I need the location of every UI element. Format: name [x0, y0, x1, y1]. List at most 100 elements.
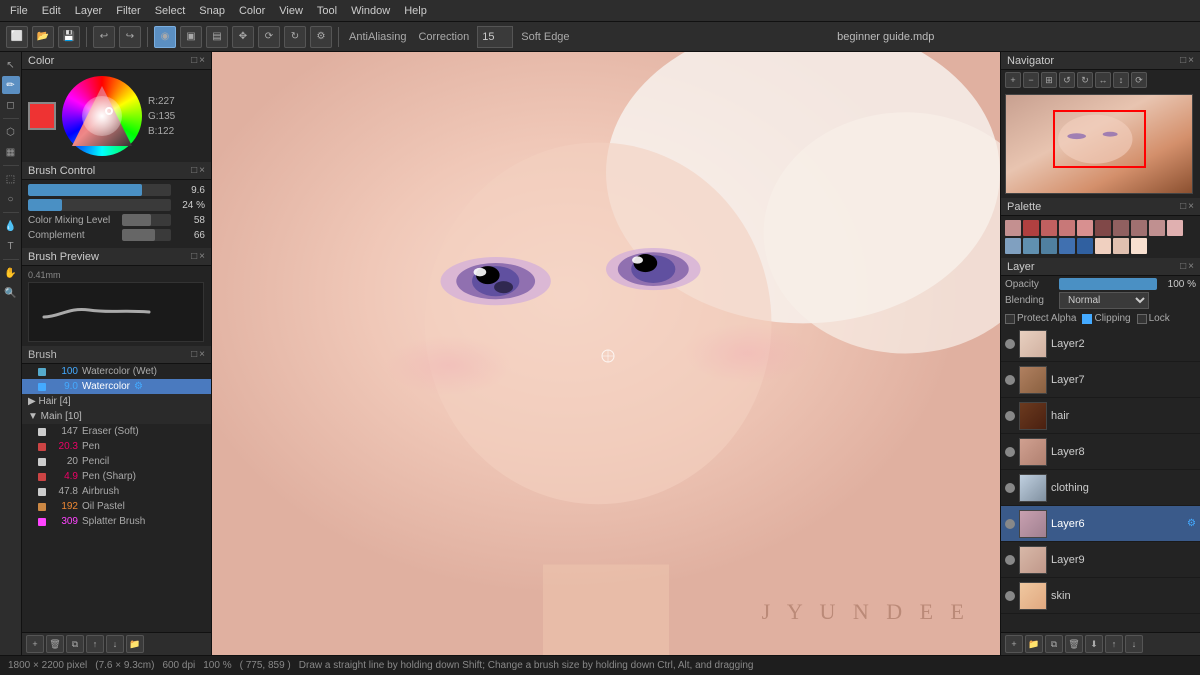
color-swatch[interactable]: [28, 102, 56, 130]
tool-cursor[interactable]: ↖: [2, 56, 20, 74]
brush-item-watercolor-active[interactable]: 9.0 Watercolor ⚙: [22, 379, 211, 394]
palette-expand[interactable]: □: [1180, 201, 1186, 212]
layer-bottom-merge[interactable]: ⬇: [1085, 635, 1103, 653]
complement-track[interactable]: [122, 229, 171, 241]
tool-select[interactable]: ⬚: [2, 170, 20, 188]
layer-blend-select[interactable]: Normal: [1059, 292, 1149, 309]
toolbar-transform-btn[interactable]: ⟳: [258, 26, 280, 48]
clipping-checkbox[interactable]: [1082, 314, 1092, 324]
tool-text[interactable]: T: [2, 237, 20, 255]
layer-item-hair[interactable]: hair: [1001, 398, 1200, 434]
layer-bottom-down[interactable]: ↓: [1125, 635, 1143, 653]
menu-window[interactable]: Window: [345, 3, 396, 19]
palette-color-15[interactable]: [1077, 238, 1093, 254]
layer-protect-alpha[interactable]: Protect Alpha: [1005, 313, 1076, 324]
menu-help[interactable]: Help: [398, 3, 433, 19]
brush-control-close[interactable]: ×: [199, 165, 205, 176]
brush-control-expand[interactable]: □: [191, 165, 197, 176]
layer-bottom-delete[interactable]: 🗑: [1065, 635, 1083, 653]
brush-item-pen-sharp[interactable]: 4.9 Pen (Sharp): [22, 469, 211, 484]
palette-color-8[interactable]: [1131, 220, 1147, 236]
layer-item-skin[interactable]: skin: [1001, 578, 1200, 614]
layer-item-layer9[interactable]: Layer9: [1001, 542, 1200, 578]
layer-bottom-copy[interactable]: ⧉: [1045, 635, 1063, 653]
menu-view[interactable]: View: [273, 3, 309, 19]
palette-color-4[interactable]: [1059, 220, 1075, 236]
palette-color-9[interactable]: [1149, 220, 1165, 236]
palette-color-17[interactable]: [1113, 238, 1129, 254]
layer-bottom-folder[interactable]: 📁: [1025, 635, 1043, 653]
toolbar-new-btn[interactable]: ⬜: [6, 26, 28, 48]
tool-gradient[interactable]: ▦: [2, 143, 20, 161]
brush-list-close[interactable]: ×: [199, 349, 205, 360]
color-panel-close[interactable]: ×: [199, 55, 205, 66]
palette-color-13[interactable]: [1041, 238, 1057, 254]
menu-tool[interactable]: Tool: [311, 3, 343, 19]
brush-category-main[interactable]: ▼ Main [10]: [22, 409, 211, 424]
nav-reset[interactable]: ⟳: [1131, 72, 1147, 88]
palette-close[interactable]: ×: [1188, 201, 1194, 212]
tool-zoom[interactable]: 🔍: [2, 284, 20, 302]
menu-file[interactable]: File: [4, 3, 34, 19]
layer-vis-layer9[interactable]: [1005, 555, 1015, 565]
palette-color-18[interactable]: [1131, 238, 1147, 254]
correction-input[interactable]: [477, 26, 513, 48]
brush-bottom-delete[interactable]: 🗑: [46, 635, 64, 653]
layer-item-layer2[interactable]: Layer2: [1001, 326, 1200, 362]
nav-flip-h[interactable]: ↔: [1095, 72, 1111, 88]
palette-color-16[interactable]: [1095, 238, 1111, 254]
nav-zoom-in[interactable]: +: [1005, 72, 1021, 88]
navigator-close[interactable]: ×: [1188, 55, 1194, 66]
layer-vis-layer6[interactable]: [1005, 519, 1015, 529]
palette-color-11[interactable]: [1005, 238, 1021, 254]
brush-size-track[interactable]: [28, 184, 171, 196]
protect-alpha-checkbox[interactable]: [1005, 314, 1015, 324]
layer-bottom-new[interactable]: +: [1005, 635, 1023, 653]
menu-edit[interactable]: Edit: [36, 3, 67, 19]
brush-bottom-move-up[interactable]: ↑: [86, 635, 104, 653]
palette-color-5[interactable]: [1077, 220, 1093, 236]
layer-lock[interactable]: Lock: [1137, 313, 1170, 324]
nav-rotate-ccw[interactable]: ↺: [1059, 72, 1075, 88]
brush-preview-close[interactable]: ×: [199, 251, 205, 262]
toolbar-redo-btn[interactable]: ↪: [119, 26, 141, 48]
brush-item-pencil[interactable]: 20 Pencil: [22, 454, 211, 469]
tool-hand[interactable]: ✋: [2, 264, 20, 282]
navigator-expand[interactable]: □: [1180, 55, 1186, 66]
layer-vis-hair[interactable]: [1005, 411, 1015, 421]
brush-bottom-copy[interactable]: ⧉: [66, 635, 84, 653]
toolbar-rotate-btn[interactable]: ↻: [284, 26, 306, 48]
brush-list-expand[interactable]: □: [191, 349, 197, 360]
palette-color-1[interactable]: [1005, 220, 1021, 236]
toolbar-brush-mode-btn[interactable]: ◉: [154, 26, 176, 48]
layer-vis-clothing[interactable]: [1005, 483, 1015, 493]
palette-color-2[interactable]: [1023, 220, 1039, 236]
navigator-thumb[interactable]: [1005, 94, 1193, 194]
toolbar-open-btn[interactable]: 📂: [32, 26, 54, 48]
layer-item-layer6[interactable]: Layer6 ⚙: [1001, 506, 1200, 542]
layer-vis-layer8[interactable]: [1005, 447, 1015, 457]
layer-item-layer8[interactable]: Layer8: [1001, 434, 1200, 470]
brush-item-splatter[interactable]: 309 Splatter Brush: [22, 514, 211, 529]
menu-snap[interactable]: Snap: [193, 3, 231, 19]
brush-preview-expand[interactable]: □: [191, 251, 197, 262]
brush-item-pen1[interactable]: 20.3 Pen: [22, 439, 211, 454]
nav-fit[interactable]: ⊞: [1041, 72, 1057, 88]
menu-layer[interactable]: Layer: [69, 3, 109, 19]
lock-checkbox[interactable]: [1137, 314, 1147, 324]
palette-color-3[interactable]: [1041, 220, 1057, 236]
toolbar-select2-btn[interactable]: ▤: [206, 26, 228, 48]
tool-brush[interactable]: ✏: [2, 76, 20, 94]
tool-eraser[interactable]: ◻: [2, 96, 20, 114]
layer-opacity-bar[interactable]: [1059, 278, 1157, 290]
nav-rotate-cw[interactable]: ↻: [1077, 72, 1093, 88]
color-wheel[interactable]: [62, 76, 142, 156]
palette-color-7[interactable]: [1113, 220, 1129, 236]
palette-color-10[interactable]: [1167, 220, 1183, 236]
palette-color-14[interactable]: [1059, 238, 1075, 254]
layer-vis-layer2[interactable]: [1005, 339, 1015, 349]
layer-panel-close[interactable]: ×: [1188, 261, 1194, 272]
toolbar-undo-btn[interactable]: ↩: [93, 26, 115, 48]
layer-bottom-up[interactable]: ↑: [1105, 635, 1123, 653]
tool-eyedropper[interactable]: 💧: [2, 217, 20, 235]
